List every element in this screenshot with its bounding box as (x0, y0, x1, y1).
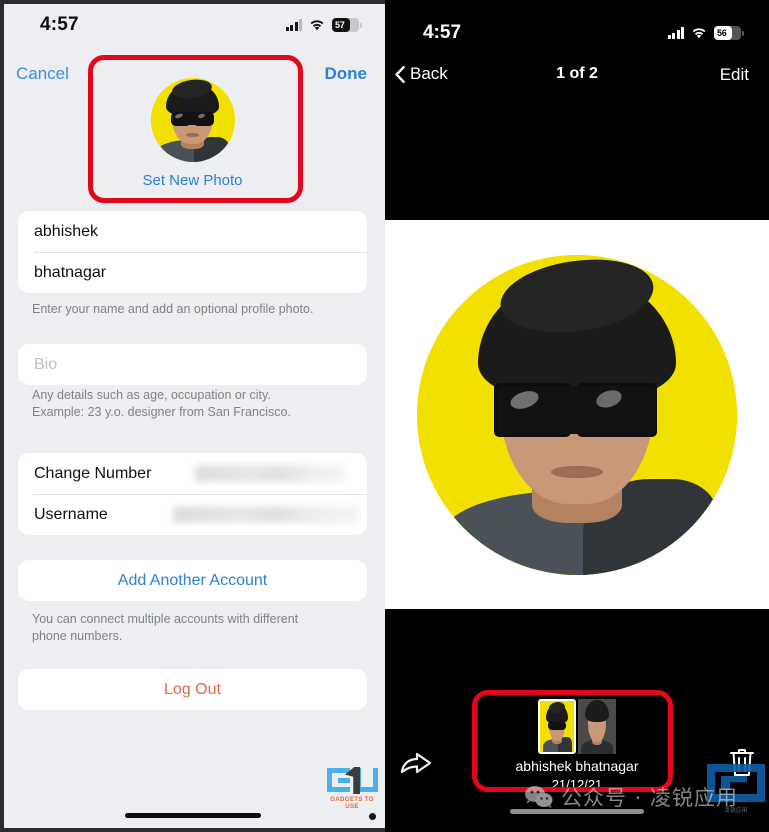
log-out-button[interactable]: Log Out (18, 669, 367, 710)
right-phone-screen: 4:57 56 Back 1 of 2 Edit abhishek bhatna… (385, 0, 769, 832)
avatar[interactable] (150, 78, 235, 162)
wifi-icon (691, 27, 707, 39)
watermark-text: 公众号 · 凌锐应用 (561, 786, 739, 810)
photo-counter: 1 of 2 (556, 65, 598, 82)
gadgets-to-use-watermark: GADGETS TO USE (325, 766, 379, 820)
username-row[interactable]: Username (18, 494, 367, 535)
status-indicators: 57 (285, 18, 362, 32)
status-time: 4:57 (40, 14, 79, 35)
username-label: Username (34, 505, 108, 523)
change-number-label: Change Number (34, 464, 152, 482)
add-account-hint-line2: phone numbers. (32, 629, 123, 643)
cellular-bars-icon (285, 19, 302, 31)
wifi-icon (309, 19, 325, 31)
first-name-row[interactable]: abhishek (18, 211, 367, 252)
bio-row[interactable]: Bio (18, 344, 367, 385)
thumbnail-1[interactable] (538, 699, 576, 754)
name-card: abhishek bhatnagar (18, 211, 367, 293)
change-number-value-redacted (195, 465, 345, 482)
wechat-icon (524, 785, 554, 809)
left-frame-bottom (0, 828, 385, 832)
home-indicator (124, 813, 261, 818)
cellular-bars-icon (667, 27, 684, 39)
status-time: 4:57 (423, 22, 462, 43)
photo-viewer[interactable] (385, 220, 769, 609)
add-account-hint-line1: You can connect multiple accounts with d… (32, 612, 299, 626)
first-name-input[interactable]: abhishek (34, 223, 98, 241)
full-profile-photo (417, 254, 737, 575)
left-phone-screen: 4:57 57 Cancel Done Set New Photo abhish… (0, 0, 385, 832)
thumbnail-2[interactable] (578, 699, 616, 754)
left-status-bar: 4:57 57 (0, 4, 385, 46)
status-indicators: 56 (667, 26, 744, 40)
username-value-redacted (173, 506, 359, 523)
watermark-text: GADGETS TO USE (330, 796, 374, 810)
change-number-row[interactable]: Change Number (18, 453, 367, 494)
bio-card: Bio (18, 344, 367, 385)
avatar-block: Set New Photo (0, 78, 385, 189)
bio-input[interactable]: Bio (34, 356, 57, 374)
add-another-account-button[interactable]: Add Another Account (18, 560, 367, 601)
name-hint: Enter your name and add an optional prof… (32, 302, 314, 316)
edit-button[interactable]: Edit (720, 65, 749, 85)
bio-hint-line1: Any details such as age, occupation or c… (32, 388, 271, 402)
battery-icon: 56 (714, 26, 744, 40)
wechat-watermark: 公众号 · 凌锐应用 (524, 782, 738, 812)
account-card: Change Number Username (18, 453, 367, 535)
last-name-row[interactable]: bhatnagar (18, 252, 367, 293)
set-new-photo-button[interactable]: Set New Photo (0, 172, 385, 189)
battery-percent: 57 (335, 20, 345, 30)
bio-hint-line2: Example: 23 y.o. designer from San Franc… (32, 405, 291, 419)
battery-percent: 56 (717, 28, 727, 38)
last-name-input[interactable]: bhatnagar (34, 264, 106, 282)
photo-filmstrip[interactable] (538, 699, 616, 754)
screenshot-root: 4:57 57 Cancel Done Set New Photo abhish… (0, 0, 769, 832)
battery-icon: 57 (332, 18, 362, 32)
